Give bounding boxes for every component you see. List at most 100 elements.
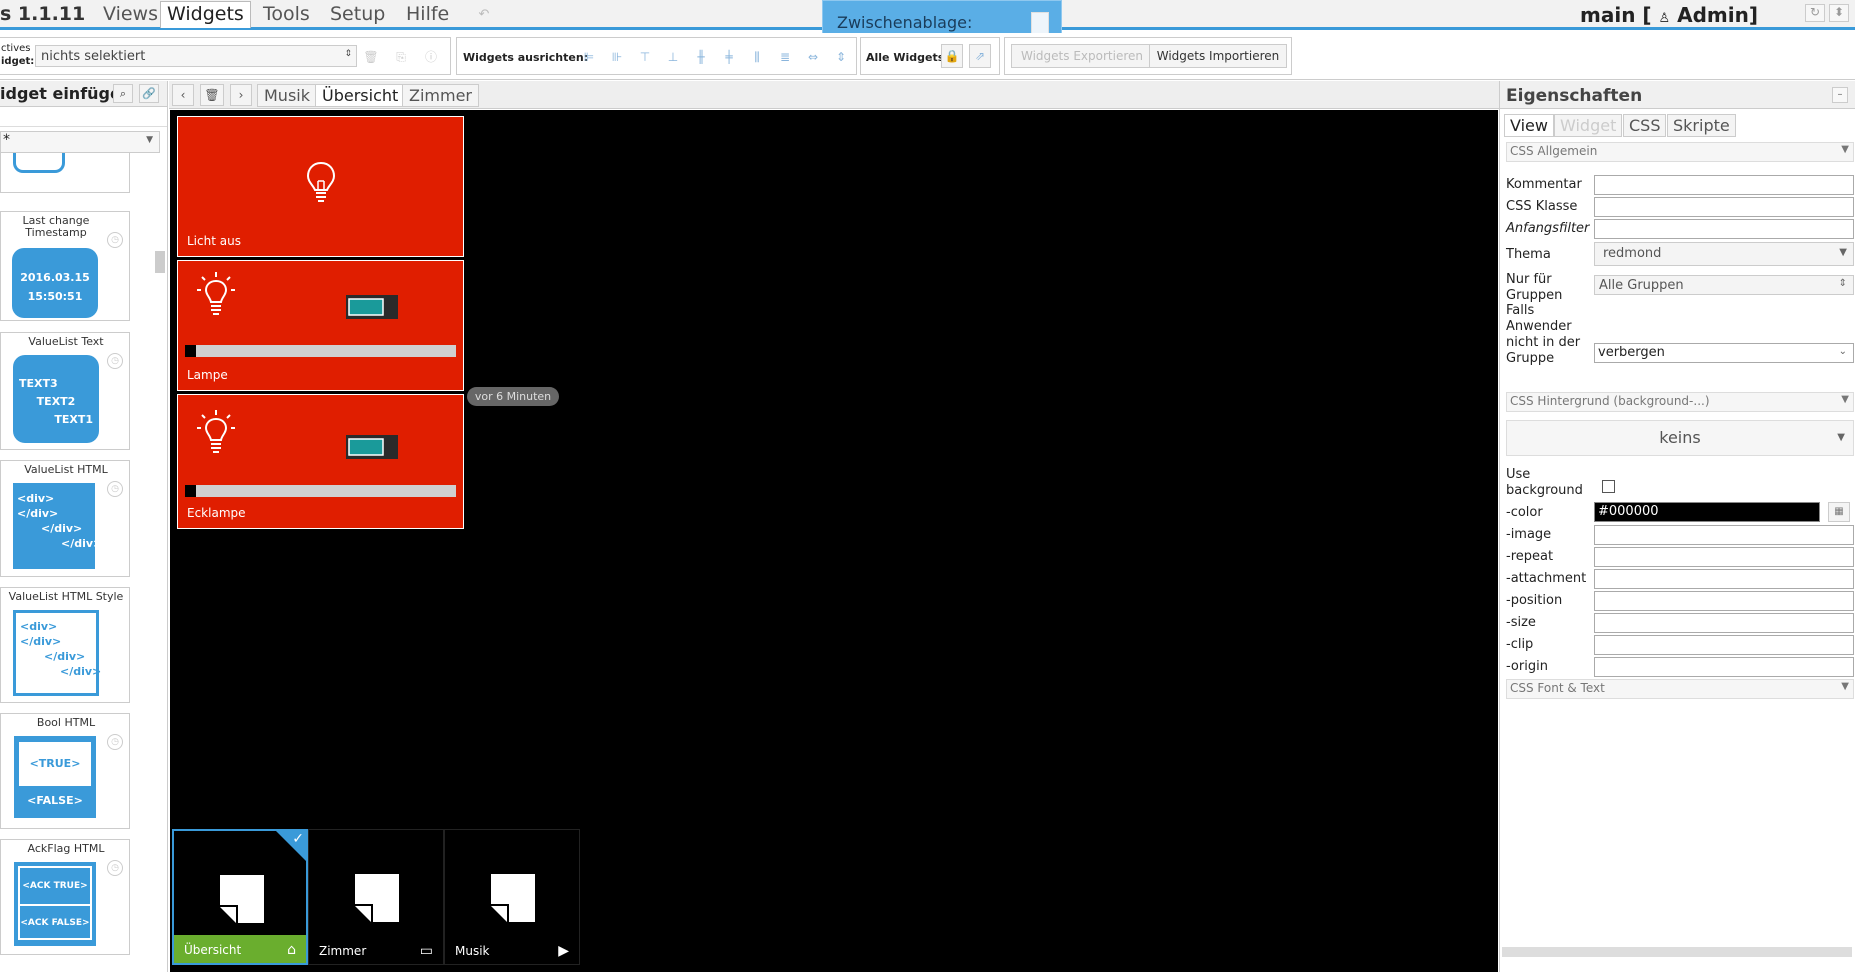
- bg-clip-input[interactable]: [1594, 635, 1854, 655]
- widget-ecklampe[interactable]: Ecklampe: [177, 394, 464, 529]
- bg-color-input[interactable]: #000000: [1594, 502, 1820, 522]
- same-width-icon[interactable]: ⇔: [803, 47, 823, 67]
- preview-line: <div>: [17, 492, 55, 505]
- bg-origin-input[interactable]: [1594, 657, 1854, 677]
- external-link-icon[interactable]: ⇗: [969, 44, 991, 68]
- bg-repeat-input[interactable]: [1594, 547, 1854, 567]
- export-widgets-button[interactable]: Widgets Exportieren: [1011, 44, 1153, 68]
- comment-input[interactable]: [1594, 175, 1854, 195]
- palette-item-valuelist-text[interactable]: ValueList Text ◷ TEXT3 TEXT2 TEXT1: [0, 332, 130, 450]
- delete-icon[interactable]: 🗑: [361, 47, 381, 67]
- align-right-icon[interactable]: ⊪: [607, 47, 627, 67]
- delete-view-icon[interactable]: 🗑: [200, 84, 224, 106]
- refresh-icon[interactable]: ↻: [1805, 4, 1825, 22]
- nav-tile-musik[interactable]: Musik ▶: [444, 829, 580, 965]
- not-in-group-select[interactable]: verbergen ⌄: [1594, 343, 1854, 363]
- nav-tile-label: Musik: [455, 944, 490, 958]
- prop-tab-skripte[interactable]: Skripte: [1667, 114, 1736, 137]
- menu-tab-tools[interactable]: Tools: [256, 1, 317, 28]
- field-label: -clip: [1506, 637, 1534, 652]
- widget-lampe[interactable]: Lampe: [177, 260, 464, 391]
- info-icon[interactable]: ⓘ: [421, 47, 441, 67]
- copy-icon[interactable]: ⎘: [391, 47, 411, 67]
- prop-tab-widget[interactable]: Widget: [1554, 114, 1623, 137]
- color-picker-icon[interactable]: ▦: [1828, 502, 1850, 522]
- all-widgets-label: Alle Widgets:: [866, 51, 949, 64]
- link-icon[interactable]: 🔗: [139, 84, 159, 103]
- use-background-checkbox[interactable]: [1602, 480, 1615, 493]
- palette-item-partial[interactable]: [0, 153, 130, 193]
- bg-image-input[interactable]: [1594, 525, 1854, 545]
- toggle-switch[interactable]: [346, 435, 398, 459]
- section-css-general[interactable]: CSS Allgemein ▼: [1506, 142, 1854, 162]
- align-vcenter-icon[interactable]: ╫: [691, 47, 711, 67]
- timestamp-preview: 2016.03.15 15:50:51: [12, 248, 98, 318]
- initial-filter-input[interactable]: [1594, 219, 1854, 239]
- clock-icon: ◷: [107, 353, 123, 369]
- ackflag-html-preview: <ACK TRUE> <ACK FALSE>: [14, 862, 96, 946]
- prop-tab-css[interactable]: CSS: [1623, 114, 1667, 137]
- nav-tile-zimmer[interactable]: Zimmer ▭: [308, 829, 444, 965]
- palette-item-valuelist-html[interactable]: ValueList HTML ◷ <div> </div> </div> </d…: [0, 460, 130, 577]
- align-top-icon[interactable]: ⊤: [635, 47, 655, 67]
- align-hcenter-icon[interactable]: ╪: [719, 47, 739, 67]
- dimmer-slider-knob[interactable]: [185, 345, 196, 357]
- widget-licht-aus[interactable]: Licht aus: [177, 116, 464, 257]
- align-left-icon[interactable]: ⊫: [579, 47, 599, 67]
- menu-tab-views[interactable]: Views: [96, 1, 165, 28]
- undo-icon[interactable]: ↶: [472, 4, 496, 26]
- bg-position-input[interactable]: [1594, 591, 1854, 611]
- clock-icon: ◷: [107, 734, 123, 750]
- palette-item-valuelist-html-style[interactable]: ValueList HTML Style <div> </div> </div>…: [0, 587, 130, 703]
- dimmer-slider-track[interactable]: [185, 345, 456, 357]
- css-class-input[interactable]: [1594, 197, 1854, 217]
- palette-scrollbar[interactable]: [155, 251, 165, 273]
- theme-select[interactable]: redmond ▼: [1594, 242, 1854, 266]
- section-css-background[interactable]: CSS Hintergrund (background-...) ▼: [1506, 392, 1854, 412]
- toggle-switch[interactable]: [346, 295, 398, 319]
- dimmer-slider-knob[interactable]: [185, 485, 196, 497]
- last-change-badge: vor 6 Minuten: [467, 387, 559, 406]
- menu-tab-setup[interactable]: Setup: [323, 1, 392, 28]
- preview-line: <ACK TRUE>: [18, 866, 92, 906]
- distribute-v-icon[interactable]: ≣: [775, 47, 795, 67]
- collapse-icon[interactable]: –: [1832, 87, 1848, 103]
- groups-select[interactable]: Alle Gruppen ⇕: [1594, 275, 1854, 295]
- prop-tab-view[interactable]: View: [1504, 114, 1554, 137]
- view-tab-musik[interactable]: Musik: [257, 84, 317, 107]
- bg-size-input[interactable]: [1594, 613, 1854, 633]
- preview-line: TEXT2: [36, 395, 76, 408]
- import-widgets-button[interactable]: Widgets Importieren: [1149, 44, 1287, 68]
- view-tab-zimmer[interactable]: Zimmer: [402, 84, 479, 107]
- same-height-icon[interactable]: ⇕: [831, 47, 851, 67]
- menu-tab-hilfe[interactable]: Hilfe: [399, 1, 456, 28]
- expand-icon[interactable]: ⬍: [1829, 4, 1849, 22]
- distribute-h-icon[interactable]: ⫼: [747, 47, 767, 67]
- widget-toolbar: ctives idget: nichts selektiert ⇕ 🗑 ⎘ ⓘ …: [0, 33, 1855, 80]
- theme-value: redmond: [1603, 246, 1662, 261]
- palette-item-ackflag-html[interactable]: AckFlag HTML ◷ <ACK TRUE> <ACK FALSE>: [0, 839, 130, 955]
- background-preset-select[interactable]: keins ▼: [1506, 420, 1854, 456]
- chevron-down-icon: ▼: [1841, 394, 1849, 405]
- section-css-font[interactable]: CSS Font & Text ▼: [1506, 679, 1854, 699]
- palette-item-last-change[interactable]: Last change Timestamp ◷ 2016.03.15 15:50…: [0, 211, 130, 321]
- chevron-right-icon[interactable]: ›: [230, 84, 252, 106]
- view-tab-uebersicht[interactable]: Übersicht: [315, 84, 406, 107]
- view-canvas[interactable]: Licht aus Lampe Ecklampe vor 6 Minuten ✓…: [170, 110, 1498, 972]
- palette-item-bool-html[interactable]: Bool HTML ◷ <TRUE> <FALSE>: [0, 713, 130, 829]
- bg-attachment-input[interactable]: [1594, 569, 1854, 589]
- search-icon[interactable]: ⌕: [113, 84, 133, 103]
- chevron-left-icon[interactable]: ‹: [172, 84, 194, 106]
- nav-tile-uebersicht[interactable]: ✓ Übersicht ⌂: [172, 829, 308, 965]
- palette-item-name: ValueList HTML Style: [8, 590, 124, 603]
- menu-tab-widgets[interactable]: Widgets: [160, 1, 251, 28]
- palette-item-name: Bool HTML: [36, 716, 96, 729]
- dimmer-slider-track[interactable]: [185, 485, 456, 497]
- properties-scrollbar[interactable]: [1502, 947, 1852, 957]
- palette-filter-select[interactable]: * ▼: [0, 131, 160, 153]
- palette-item-name: ValueList HTML: [24, 463, 108, 476]
- align-bottom-icon[interactable]: ⊥: [663, 47, 683, 67]
- chevron-down-icon: ▼: [1839, 247, 1847, 258]
- active-widget-select[interactable]: nichts selektiert ⇕: [35, 45, 357, 67]
- lock-icon[interactable]: 🔒: [941, 44, 963, 68]
